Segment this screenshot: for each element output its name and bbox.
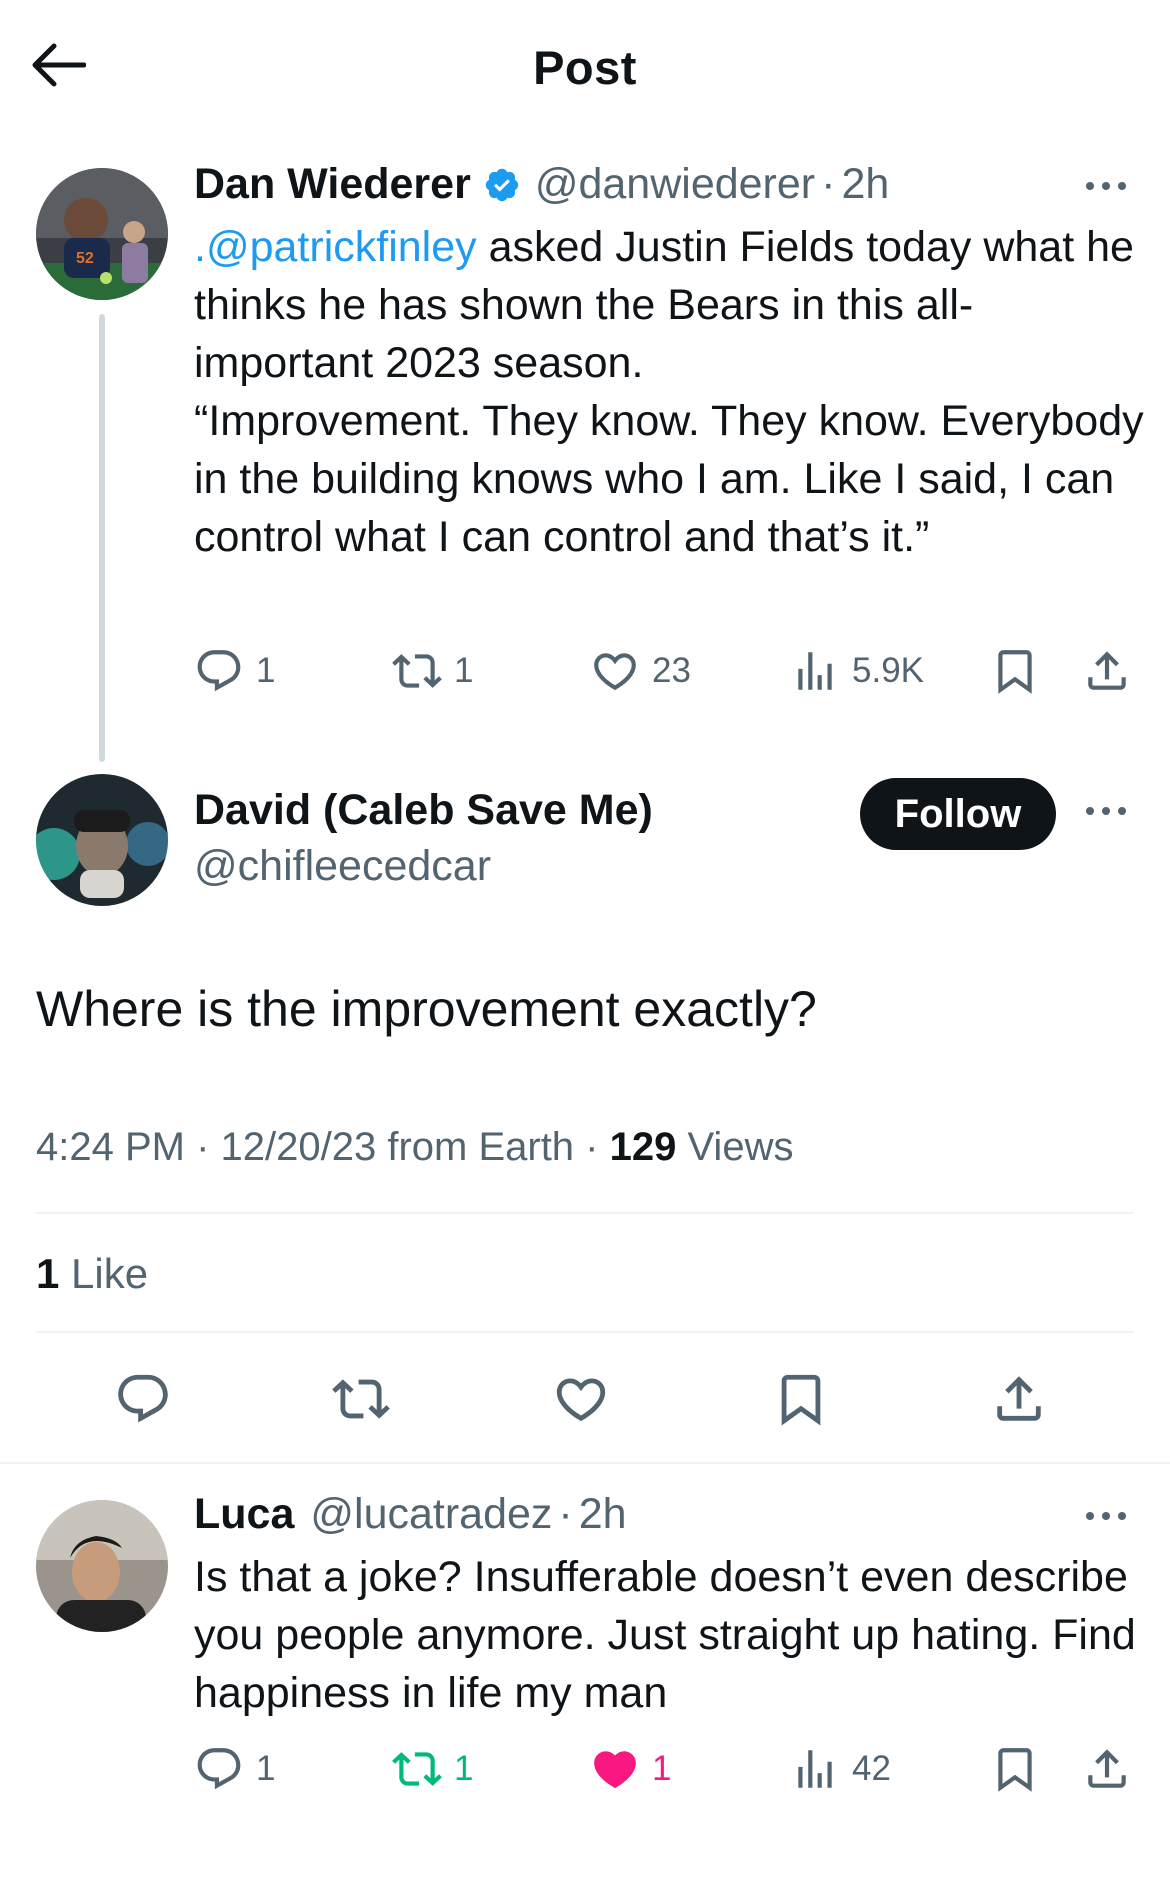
author-handle-row: @chifleecedcar [194, 842, 491, 891]
repost-count: 1 [454, 651, 474, 690]
tweet-body: asked Justin Fields today what he thinks… [194, 223, 1144, 561]
author-name[interactable]: David (Caleb Save Me) [194, 786, 653, 835]
reply-count: 1 [256, 651, 276, 690]
like-count: 1 [652, 1749, 672, 1788]
thread-connector [99, 314, 105, 762]
tweet-text: Where is the improvement exactly? [36, 981, 817, 1037]
like-label: Like [59, 1250, 149, 1297]
author-handle[interactable]: @danwiederer [535, 160, 815, 209]
avatar[interactable]: 52 [36, 168, 168, 300]
tweet-text: Is that a joke? Insufferable doesn’t eve… [194, 1553, 1148, 1717]
views-button[interactable]: 5.9K [790, 646, 924, 696]
like-total: 1 [36, 1250, 60, 1297]
author-name[interactable]: Luca [194, 1490, 294, 1539]
tweet-metadata: 4:24 PM · 12/20/23 from Earth · 129 View… [36, 1125, 793, 1170]
separator-dot: · [558, 1490, 573, 1538]
svg-text:52: 52 [76, 250, 94, 267]
tweet-time[interactable]: 4:24 PM [36, 1125, 185, 1169]
divider [36, 1331, 1134, 1333]
reply-button[interactable]: 1 [194, 646, 275, 696]
bookmark-button[interactable] [772, 1370, 830, 1428]
views-count: 5.9K [852, 651, 924, 690]
timestamp[interactable]: 2h [579, 1490, 627, 1539]
author-handle[interactable]: @lucatradez [310, 1490, 552, 1539]
views-label: Views [676, 1125, 794, 1169]
avatar[interactable] [36, 1500, 168, 1632]
separator-dot: · [574, 1125, 610, 1169]
page-title: Post [533, 41, 637, 94]
mention-link[interactable]: .@patrickfinley [194, 223, 477, 271]
reply-button[interactable] [114, 1370, 172, 1428]
separator-dot: · [821, 160, 836, 208]
likes-summary[interactable]: 1 Like [36, 1250, 148, 1298]
views-count: 129 [609, 1125, 677, 1169]
like-count: 23 [652, 651, 691, 690]
author-name-row: David (Caleb Save Me) [194, 786, 653, 835]
share-button[interactable] [990, 1370, 1048, 1428]
views-button[interactable]: 42 [790, 1744, 891, 1794]
author-handle[interactable]: @chifleecedcar [194, 842, 491, 891]
like-button-active[interactable]: 1 [590, 1744, 671, 1794]
repost-count: 1 [454, 1749, 474, 1788]
share-icon[interactable] [1082, 646, 1132, 696]
author-name[interactable]: Dan Wiederer [194, 160, 471, 209]
more-options-icon[interactable] [1082, 176, 1130, 196]
repost-button-active[interactable]: 1 [392, 1744, 473, 1794]
author-row: Luca @lucatradez · 2h [194, 1490, 627, 1539]
tweet-date[interactable]: 12/20/23 [221, 1125, 377, 1169]
timestamp[interactable]: 2h [841, 160, 889, 209]
author-row: Dan Wiederer @danwiederer · 2h [194, 160, 889, 209]
repost-button[interactable]: 1 [392, 646, 473, 696]
more-options-icon[interactable] [1082, 801, 1130, 821]
repost-button[interactable] [332, 1370, 390, 1428]
follow-button[interactable]: Follow [860, 778, 1056, 850]
share-icon[interactable] [1082, 1744, 1132, 1794]
like-button[interactable] [552, 1370, 610, 1428]
views-count: 42 [852, 1749, 891, 1788]
bookmark-icon[interactable] [990, 1744, 1040, 1794]
bookmark-icon[interactable] [990, 646, 1040, 696]
tweet-text: .@patrickfinley asked Justin Fields toda… [194, 218, 1144, 566]
verified-badge-icon [483, 166, 521, 204]
like-button[interactable]: 23 [590, 646, 691, 696]
divider [36, 1212, 1134, 1214]
reply-button[interactable]: 1 [194, 1744, 275, 1794]
section-divider [0, 1462, 1170, 1464]
top-bar: Post [0, 0, 1170, 130]
avatar[interactable] [36, 774, 168, 906]
separator-dot: · [184, 1125, 221, 1169]
more-options-icon[interactable] [1082, 1506, 1130, 1526]
reply-count: 1 [256, 1749, 276, 1788]
tweet-source: from Earth [376, 1125, 575, 1169]
